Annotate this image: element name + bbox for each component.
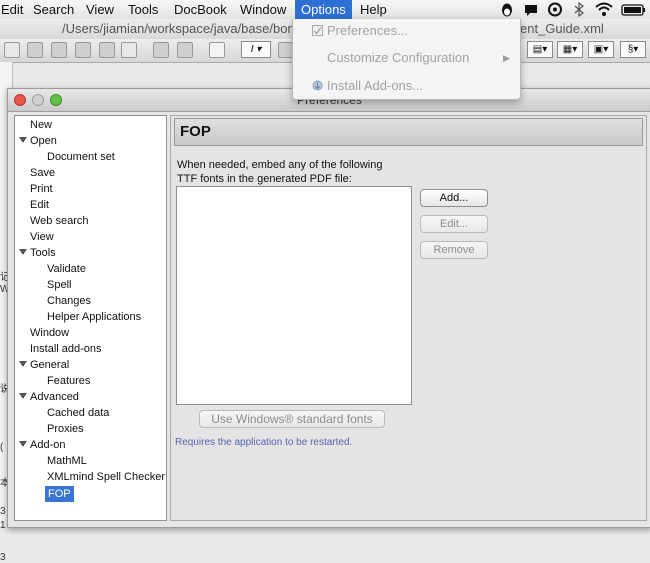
menu-item-customize-configuration-label: Customize Configuration — [327, 50, 470, 65]
split-icon[interactable] — [153, 42, 169, 58]
menu-item-customize-configuration[interactable]: Customize Configuration ▶ — [293, 47, 520, 69]
image-dropdown[interactable]: ▣▾ — [588, 41, 614, 58]
fop-description-line-1: When needed, embed any of the following — [177, 159, 383, 171]
menu-bar: Edit Search View Tools DocBook Window Op… — [0, 0, 650, 20]
expanded-triangle-icon[interactable] — [19, 248, 27, 256]
tree-item-xmlmind-spell-checker[interactable]: XMLmind Spell Checker — [47, 469, 165, 485]
path-text: /Users/jiamian/workspace/java/base/bonc — [62, 21, 302, 36]
tree-item-new[interactable]: New — [30, 117, 52, 133]
bluetooth-icon[interactable] — [573, 2, 585, 17]
italic-dropdown[interactable]: I ▾ — [241, 41, 271, 58]
tree-item-print[interactable]: Print — [30, 181, 53, 197]
fop-description: When needed, embed any of the following … — [177, 158, 477, 186]
menu-search[interactable]: Search — [29, 0, 78, 19]
menu-docbook[interactable]: DocBook — [170, 0, 231, 19]
tree-item-open[interactable]: Open — [30, 133, 57, 149]
preferences-icon — [312, 25, 323, 36]
fop-description-line-2: TTF fonts in the generated PDF file: — [177, 173, 352, 185]
editor-glyph: 3 — [0, 506, 6, 517]
tree-item-spell[interactable]: Spell — [47, 277, 71, 293]
tree-item-cached-data[interactable]: Cached data — [47, 405, 109, 421]
editor-glyph: 3 — [0, 552, 6, 563]
tree-item-web-search[interactable]: Web search — [30, 213, 89, 229]
edit-font-button[interactable]: Edit... — [420, 215, 488, 233]
editor-glyph: ( — [0, 442, 4, 453]
tree-item-install-add-ons[interactable]: Install add-ons — [30, 341, 102, 357]
expanded-triangle-icon[interactable] — [19, 392, 27, 400]
fop-settings-panel: FOP When needed, embed any of the follow… — [170, 115, 647, 521]
expanded-triangle-icon[interactable] — [19, 360, 27, 368]
submenu-arrow-icon: ▶ — [503, 53, 510, 63]
wifi-icon[interactable] — [595, 2, 613, 17]
tree-item-add-on[interactable]: Add-on — [30, 437, 65, 453]
sync-circle-icon[interactable] — [547, 2, 563, 17]
tree-item-fop[interactable]: FOP — [45, 486, 74, 502]
expanded-triangle-icon[interactable] — [19, 440, 27, 448]
options-dropdown-menu: Preferences... Customize Configuration ▶… — [292, 19, 521, 100]
chat-bubble-icon[interactable] — [523, 2, 539, 17]
panel-header: FOP — [174, 118, 643, 146]
paste-before-icon[interactable] — [75, 42, 91, 58]
tree-item-tools[interactable]: Tools — [30, 245, 56, 261]
table-dropdown[interactable]: ▦▾ — [557, 41, 583, 58]
use-windows-fonts-button[interactable]: Use Windows® standard fonts — [199, 410, 385, 428]
menu-options[interactable]: Options — [295, 0, 352, 19]
paste-icon[interactable] — [51, 42, 67, 58]
tree-item-proxies[interactable]: Proxies — [47, 421, 84, 437]
path-filename: ent_Guide.xml — [520, 21, 604, 36]
menu-edit[interactable]: Edit — [0, 0, 27, 19]
add-font-button[interactable]: Add... — [420, 189, 488, 207]
tree-item-save[interactable]: Save — [30, 165, 55, 181]
list-dropdown[interactable]: ▤▾ — [527, 41, 553, 58]
tree-item-advanced[interactable]: Advanced — [30, 389, 79, 405]
menu-item-preferences-label: Preferences... — [327, 23, 408, 38]
menu-tools[interactable]: Tools — [124, 0, 162, 19]
paste-after-icon[interactable] — [99, 42, 115, 58]
expanded-triangle-icon[interactable] — [19, 136, 27, 144]
tree-item-validate[interactable]: Validate — [47, 261, 86, 277]
menu-item-preferences[interactable]: Preferences... — [293, 20, 520, 42]
tree-item-document-set[interactable]: Document set — [47, 149, 115, 165]
copy-icon[interactable] — [27, 42, 43, 58]
add-element-icon[interactable] — [4, 42, 20, 58]
qq-penguin-icon[interactable] — [499, 2, 515, 17]
preferences-dialog: Preferences New Open Document set Save P… — [7, 88, 650, 528]
menu-view[interactable]: View — [82, 0, 118, 19]
preferences-category-tree: New Open Document set Save Print Edit We… — [14, 115, 167, 521]
panel-title: FOP — [180, 123, 211, 140]
tree-item-view[interactable]: View — [30, 229, 54, 245]
tree-item-edit[interactable]: Edit — [30, 197, 49, 213]
menu-item-install-add-ons-label: Install Add-ons... — [327, 78, 424, 93]
comment-icon[interactable] — [209, 42, 225, 58]
restart-note: Requires the application to be restarted… — [175, 437, 353, 448]
battery-icon[interactable] — [621, 2, 647, 17]
tree-item-changes[interactable]: Changes — [47, 293, 91, 309]
tree-item-features[interactable]: Features — [47, 373, 90, 389]
delete-icon[interactable] — [121, 42, 137, 58]
ttf-font-list[interactable] — [176, 186, 412, 405]
tree-item-general[interactable]: General — [30, 357, 69, 373]
tree-item-helper-applications[interactable]: Helper Applications — [47, 309, 141, 325]
menu-item-install-add-ons[interactable]: Install Add-ons... — [293, 75, 520, 97]
tree-item-mathml[interactable]: MathML — [47, 453, 87, 469]
install-addons-icon — [312, 80, 323, 91]
join-icon[interactable] — [177, 42, 193, 58]
menu-help[interactable]: Help — [356, 0, 391, 19]
remove-font-button[interactable]: Remove — [420, 241, 488, 259]
tree-item-window[interactable]: Window — [30, 325, 69, 341]
menu-window[interactable]: Window — [236, 0, 290, 19]
section-dropdown[interactable]: §▾ — [620, 41, 646, 58]
